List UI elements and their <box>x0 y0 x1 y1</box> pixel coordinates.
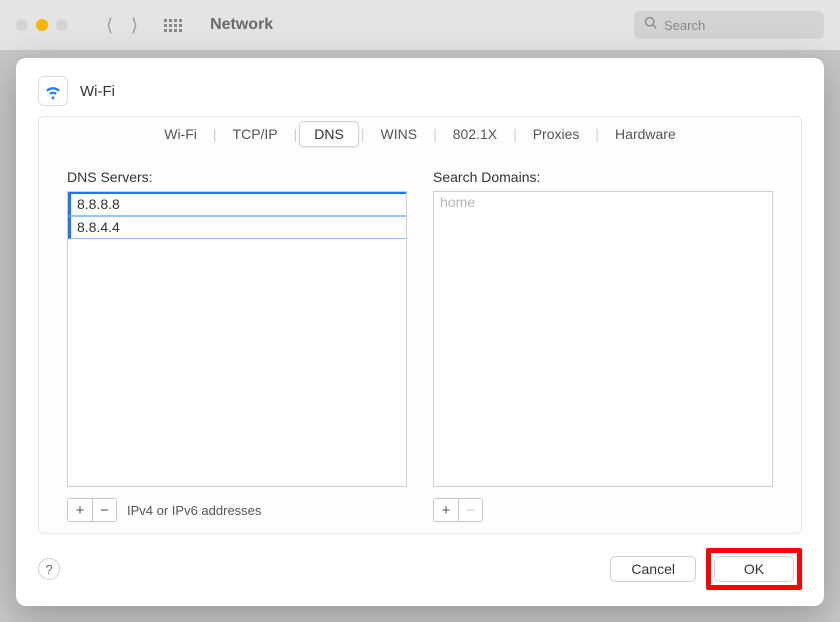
search-placeholder: Search <box>664 18 705 33</box>
dns-servers-list[interactable]: 8.8.8.8 8.8.4.4 <box>67 191 407 487</box>
forward-button[interactable]: ⟩ <box>131 15 138 36</box>
sheet-header: Wi-Fi <box>38 76 802 106</box>
search-domains-list[interactable]: home <box>433 191 773 487</box>
search-input[interactable]: Search <box>634 11 824 39</box>
back-button[interactable]: ⟨ <box>106 15 113 36</box>
sheet-title: Wi-Fi <box>80 83 115 100</box>
add-domain-button[interactable]: + <box>434 499 458 521</box>
remove-dns-button[interactable]: − <box>92 499 116 521</box>
dns-servers-footer: + − IPv4 or IPv6 addresses <box>67 497 407 523</box>
search-domains-pane: Search Domains: home + − <box>433 169 773 523</box>
tab-separator: | <box>292 126 300 142</box>
list-item[interactable]: 8.8.8.8 <box>68 192 406 216</box>
search-domain-placeholder: home <box>434 192 772 212</box>
tab-separator: | <box>511 126 519 142</box>
ok-highlight: OK <box>706 548 802 590</box>
search-icon <box>644 16 658 35</box>
tab-tcpip[interactable]: TCP/IP <box>219 122 292 146</box>
zoom-window-button[interactable] <box>56 19 68 31</box>
tab-dns[interactable]: DNS <box>299 121 359 147</box>
ok-button[interactable]: OK <box>714 556 794 582</box>
close-window-button[interactable] <box>16 19 28 31</box>
remove-domain-button: − <box>458 499 482 521</box>
tab-separator: | <box>431 126 439 142</box>
tab-separator: | <box>593 126 601 142</box>
search-domains-footer: + − <box>433 497 773 523</box>
tab-wifi[interactable]: Wi-Fi <box>150 122 211 146</box>
wifi-icon <box>38 76 68 106</box>
dns-hint: IPv4 or IPv6 addresses <box>127 503 261 518</box>
add-remove-group: + − <box>433 498 483 522</box>
help-button[interactable]: ? <box>38 558 60 580</box>
window-title: Network <box>210 16 273 34</box>
settings-sheet: Wi-Fi Wi-Fi | TCP/IP | DNS | WINS | 802.… <box>16 58 824 606</box>
tabs-row: Wi-Fi | TCP/IP | DNS | WINS | 802.1X | P… <box>39 117 801 151</box>
add-remove-group: + − <box>67 498 117 522</box>
tab-wins[interactable]: WINS <box>367 122 432 146</box>
nav-arrows: ⟨ ⟩ <box>106 15 138 36</box>
minimize-window-button[interactable] <box>36 19 48 31</box>
tab-separator: | <box>211 126 219 142</box>
tab-hardware[interactable]: Hardware <box>601 122 690 146</box>
tab-8021x[interactable]: 802.1X <box>439 122 511 146</box>
cancel-button[interactable]: Cancel <box>610 556 696 582</box>
sheet-footer: ? Cancel OK <box>38 548 802 590</box>
tab-area: Wi-Fi | TCP/IP | DNS | WINS | 802.1X | P… <box>38 116 802 534</box>
dns-servers-pane: DNS Servers: 8.8.8.8 8.8.4.4 + − IPv4 or… <box>67 169 407 523</box>
dns-servers-label: DNS Servers: <box>67 169 407 185</box>
tab-separator: | <box>359 126 367 142</box>
titlebar: ⟨ ⟩ Network Search <box>0 0 840 50</box>
list-item[interactable]: 8.8.4.4 <box>68 216 406 239</box>
add-dns-button[interactable]: + <box>68 499 92 521</box>
tab-proxies[interactable]: Proxies <box>519 122 594 146</box>
show-all-icon[interactable] <box>164 19 182 32</box>
traffic-lights <box>16 19 68 31</box>
panes: DNS Servers: 8.8.8.8 8.8.4.4 + − IPv4 or… <box>39 151 801 533</box>
search-domains-label: Search Domains: <box>433 169 773 185</box>
